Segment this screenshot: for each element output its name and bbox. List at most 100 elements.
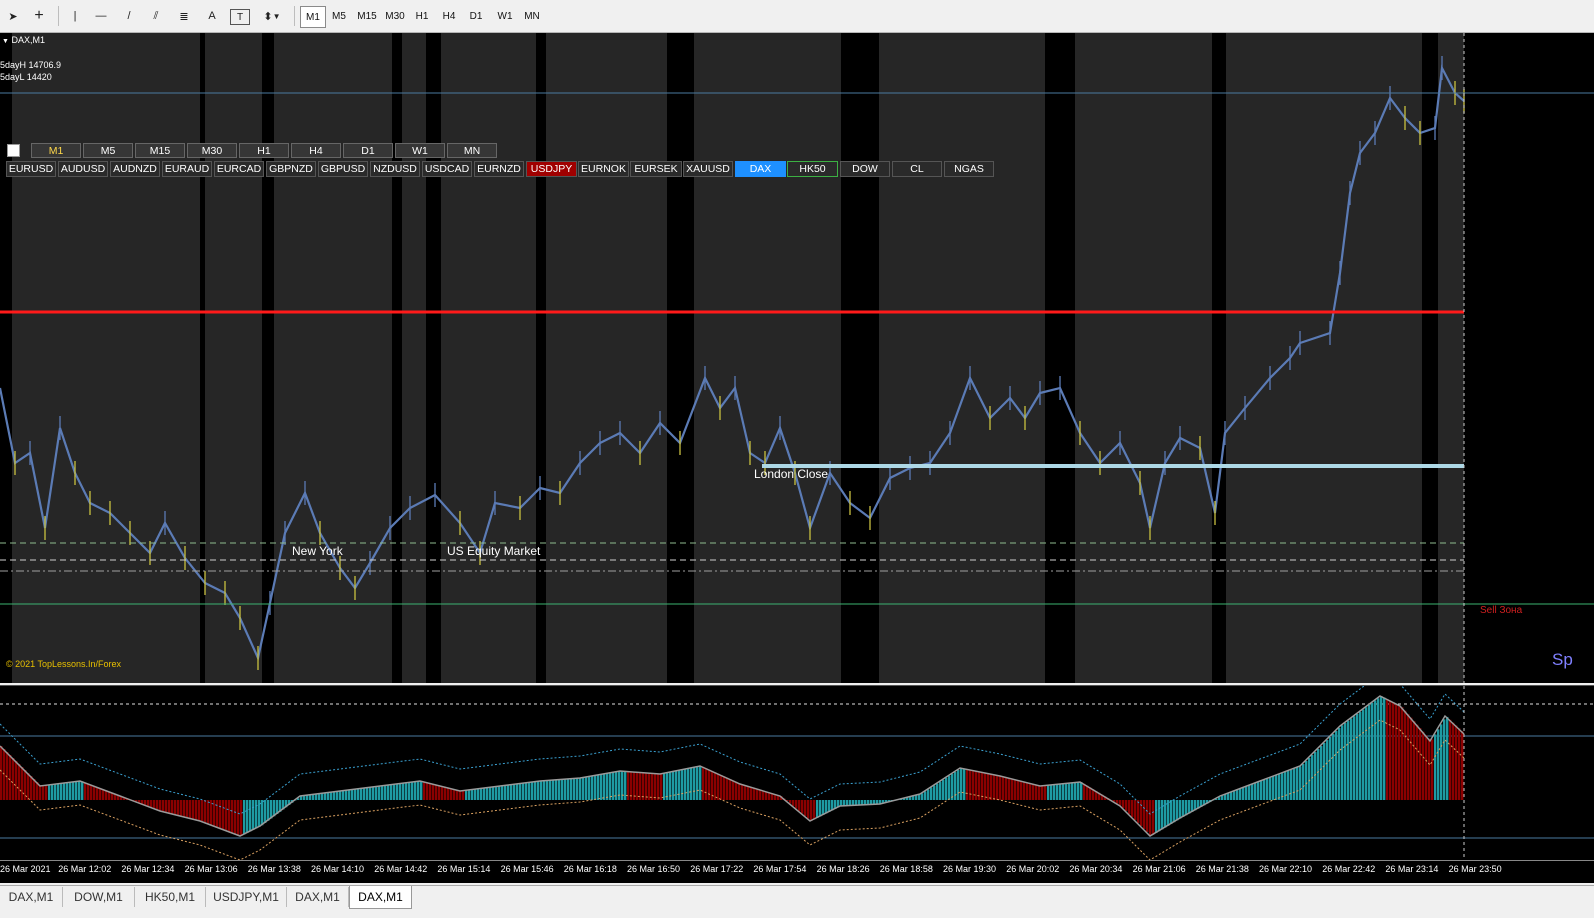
histogram-bar: [174, 800, 176, 815]
collapse-icon: ▼: [2, 38, 9, 45]
timeframe-button-w1[interactable]: W1: [492, 6, 518, 26]
text-icon[interactable]: A: [203, 5, 221, 27]
timeframe-button-m15[interactable]: M15: [354, 6, 380, 26]
channel-icon[interactable]: ⫽: [147, 5, 165, 27]
indicator-window[interactable]: [0, 685, 1594, 861]
panel-tf-h1[interactable]: H1: [239, 143, 289, 158]
vertical-line-icon[interactable]: |: [66, 5, 84, 27]
histogram-bar: [378, 786, 380, 800]
symbol-button-cl[interactable]: CL: [892, 161, 942, 177]
symbol-button-nzdusd[interactable]: NZDUSD: [370, 161, 420, 177]
histogram-bar: [528, 783, 530, 801]
histogram-bar: [342, 791, 344, 800]
histogram-bar: [102, 789, 104, 800]
panel-tf-d1[interactable]: D1: [343, 143, 393, 158]
symbol-button-audnzd[interactable]: AUDNZD: [110, 161, 160, 177]
us-equity-label: US Equity Market: [447, 544, 540, 558]
histogram-bar: [1011, 779, 1013, 800]
histogram-bar: [225, 800, 227, 830]
histogram-bar: [507, 785, 509, 800]
symbol-button-gbpusd[interactable]: GBPUSD: [318, 161, 368, 177]
histogram-bar: [441, 786, 443, 800]
timeframe-button-m30[interactable]: M30: [382, 6, 408, 26]
fibonacci-icon[interactable]: ≣: [175, 5, 193, 27]
histogram-bar: [963, 769, 965, 800]
symbol-button-gbpnzd[interactable]: GBPNZD: [266, 161, 316, 177]
timeframe-button-h4[interactable]: H4: [437, 6, 461, 26]
histogram-bar: [339, 791, 341, 800]
timeframe-button-d1[interactable]: D1: [464, 6, 488, 26]
symbol-button-eurnzd[interactable]: EURNZD: [474, 161, 524, 177]
main-chart[interactable]: ▼ DAX,M1 5dayH 14706.9 5dayL 14420 M1M5M…: [0, 33, 1594, 683]
symbol-button-xauusd[interactable]: XAUUSD: [683, 161, 733, 177]
panel-tf-m5[interactable]: M5: [83, 143, 133, 158]
histogram-bar: [1386, 699, 1388, 800]
chart-tab[interactable]: DAX,M1: [0, 887, 63, 907]
chart-tab[interactable]: DOW,M1: [63, 887, 135, 907]
chart-tab[interactable]: DAX,M1: [287, 887, 349, 907]
panel-checkbox[interactable]: [7, 144, 20, 157]
histogram-bar: [804, 800, 806, 816]
text-label-icon[interactable]: T: [230, 9, 250, 25]
symbol-button-audusd[interactable]: AUDUSD: [58, 161, 108, 177]
symbol-button-usdjpy[interactable]: USDJPY: [526, 161, 577, 177]
timeframe-button-mn[interactable]: MN: [519, 6, 545, 26]
histogram-bar: [1368, 705, 1370, 800]
symbol-button-dow[interactable]: DOW: [840, 161, 890, 177]
histogram-bar: [1266, 779, 1268, 800]
five-day-high: 5dayH 14706.9: [0, 60, 61, 70]
histogram-bar: [1389, 701, 1391, 801]
histogram-bar: [996, 775, 998, 800]
histogram-bar: [267, 800, 269, 821]
histogram-bar: [1125, 800, 1127, 811]
histogram-bar: [954, 772, 956, 800]
histogram-bar: [732, 780, 734, 800]
arrows-icon[interactable]: ⬍▼: [258, 5, 286, 27]
histogram-bar: [237, 800, 239, 835]
chart-tab[interactable]: DAX,M1: [349, 886, 412, 909]
histogram-bar: [243, 800, 245, 835]
panel-tf-h4[interactable]: H4: [291, 143, 341, 158]
chart-tab[interactable]: HK50,M1: [135, 887, 206, 907]
chart-tab[interactable]: USDJPY,M1: [206, 887, 287, 907]
timeframe-button-h1[interactable]: H1: [410, 6, 434, 26]
panel-tf-m15[interactable]: M15: [135, 143, 185, 158]
histogram-bar: [948, 776, 950, 800]
symbol-button-ngas[interactable]: NGAS: [944, 161, 994, 177]
histogram-bar: [1017, 780, 1019, 800]
symbol-button-eursek[interactable]: EURSEK: [630, 161, 682, 177]
histogram-bar: [150, 800, 152, 807]
symbol-button-eurcad[interactable]: EURCAD: [214, 161, 264, 177]
cursor-icon[interactable]: ➤: [4, 5, 22, 27]
panel-tf-w1[interactable]: W1: [395, 143, 445, 158]
histogram-bar: [684, 769, 686, 800]
histogram-bar: [609, 773, 611, 800]
timeframe-button-m1[interactable]: M1: [300, 6, 326, 28]
panel-tf-m30[interactable]: M30: [187, 143, 237, 158]
panel-tf-mn[interactable]: MN: [447, 143, 497, 158]
histogram-bar: [1254, 783, 1256, 800]
trendline-icon[interactable]: /: [120, 5, 138, 27]
histogram-bar: [489, 787, 491, 800]
histogram-bar: [1290, 770, 1292, 800]
session-band: [402, 33, 426, 683]
histogram-bar: [522, 783, 524, 800]
panel-tf-m1[interactable]: M1: [31, 143, 81, 158]
timeframe-button-m5[interactable]: M5: [327, 6, 351, 26]
histogram-bar: [27, 773, 29, 800]
symbol-button-eurusd[interactable]: EURUSD: [6, 161, 56, 177]
crosshair-icon[interactable]: +: [30, 5, 48, 27]
histogram-bar: [1041, 786, 1043, 800]
histogram-bar: [1185, 800, 1187, 815]
symbol-button-euraud[interactable]: EURAUD: [162, 161, 212, 177]
histogram-bar: [1335, 731, 1337, 800]
horizontal-line-icon[interactable]: —: [92, 5, 110, 27]
histogram-bar: [1314, 752, 1316, 800]
symbol-button-usdcad[interactable]: USDCAD: [422, 161, 472, 177]
histogram-bar: [405, 783, 407, 800]
symbol-button-dax[interactable]: DAX: [735, 161, 786, 177]
histogram-bar: [168, 800, 170, 813]
symbol-button-eurnok[interactable]: EURNOK: [578, 161, 629, 177]
histogram-bar: [69, 782, 71, 800]
symbol-button-hk50[interactable]: HK50: [787, 161, 838, 177]
